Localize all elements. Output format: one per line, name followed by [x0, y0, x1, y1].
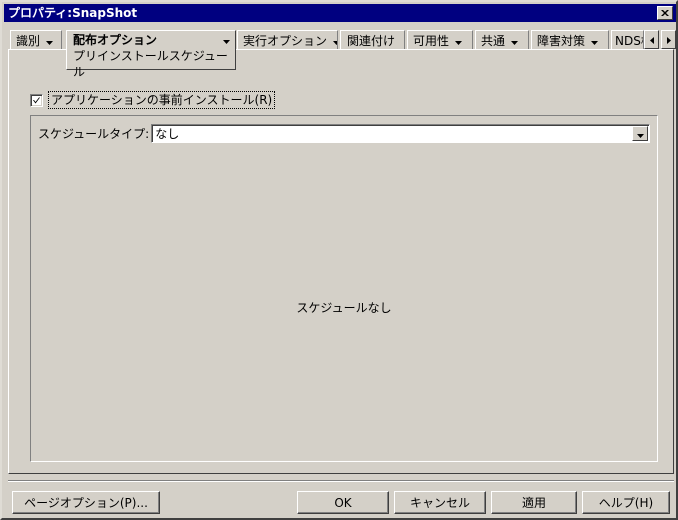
- cancel-button[interactable]: キャンセル: [394, 491, 486, 514]
- button-bar-separator: [8, 480, 674, 482]
- tab-label: 関連付け: [347, 33, 396, 48]
- chevron-down-icon: [511, 34, 519, 48]
- tab-strip: 識別 配布オプション プリインストールスケジュール 実行オプション 関連付け 可…: [4, 24, 676, 79]
- chevron-down-icon: [636, 127, 644, 141]
- tab-scroll-left-button[interactable]: [644, 30, 659, 49]
- chevron-down-icon: [46, 34, 54, 48]
- tab-label: 共通: [481, 33, 506, 48]
- title-bar: プロパティ:SnapShot: [4, 4, 676, 22]
- tab-label: NDS権: [615, 33, 643, 48]
- chevron-down-icon: [223, 32, 230, 48]
- tab-scroll-right-button[interactable]: [661, 30, 676, 49]
- chevron-down-icon: [333, 34, 337, 48]
- tab-run-options[interactable]: 実行オプション: [237, 30, 338, 51]
- tab-fault-tolerance[interactable]: 障害対策: [531, 30, 609, 51]
- schedule-empty-message: スケジュールなし: [296, 301, 392, 315]
- preinstall-checkbox-row[interactable]: アプリケーションの事前インストール(R): [30, 91, 276, 109]
- tab-identification[interactable]: 識別: [10, 30, 62, 51]
- schedule-type-dropdown-button[interactable]: [632, 126, 648, 141]
- schedule-type-value: なし: [155, 126, 180, 141]
- schedule-type-row: スケジュールタイプ: なし: [38, 124, 650, 143]
- tab-common[interactable]: 共通: [475, 30, 529, 51]
- ok-button[interactable]: OK: [297, 491, 389, 514]
- tab-availability[interactable]: 可用性: [407, 30, 473, 51]
- preinstall-checkbox-label: アプリケーションの事前インストール(R): [48, 91, 276, 109]
- chevron-down-icon: [455, 34, 463, 48]
- help-button[interactable]: ヘルプ(H): [582, 491, 670, 514]
- chevron-down-icon: [591, 34, 599, 48]
- page-options-button[interactable]: ページオプション(P)...: [12, 491, 160, 514]
- schedule-type-label: スケジュールタイプ:: [38, 126, 150, 141]
- tab-label: 配布オプション: [73, 33, 158, 47]
- schedule-type-combobox[interactable]: なし: [151, 124, 650, 143]
- tab-page-panel: アプリケーションの事前インストール(R) スケジュールタイプ: なし スケジュー…: [8, 49, 674, 474]
- tab-sublabel: プリインストールスケジュール: [73, 49, 228, 79]
- tab-label: 障害対策: [537, 33, 586, 48]
- tab-distribution-options-title-row: 配布オプション: [73, 32, 230, 48]
- tab-associations[interactable]: 関連付け: [340, 30, 405, 51]
- tab-label: 可用性: [413, 33, 450, 48]
- tab-scroll-buttons: [644, 30, 676, 49]
- apply-button[interactable]: 適用: [491, 491, 577, 514]
- arrow-right-icon: [666, 33, 671, 47]
- close-button[interactable]: [657, 6, 673, 20]
- close-icon: [661, 9, 669, 17]
- arrow-left-icon: [649, 33, 654, 47]
- tab-label: 識別: [16, 33, 41, 48]
- window-title: プロパティ:SnapShot: [8, 6, 138, 20]
- schedule-panel: スケジュールタイプ: なし スケジュールなし: [30, 115, 658, 462]
- properties-dialog-window: プロパティ:SnapShot 識別 配布オプション プリインストールスケジュール…: [0, 0, 678, 520]
- tab-label: 実行オプション: [243, 33, 328, 48]
- tab-distribution-options[interactable]: 配布オプション プリインストールスケジュール: [66, 30, 236, 79]
- preinstall-checkbox[interactable]: [30, 93, 43, 107]
- tab-nds-rights[interactable]: NDS権: [611, 30, 644, 51]
